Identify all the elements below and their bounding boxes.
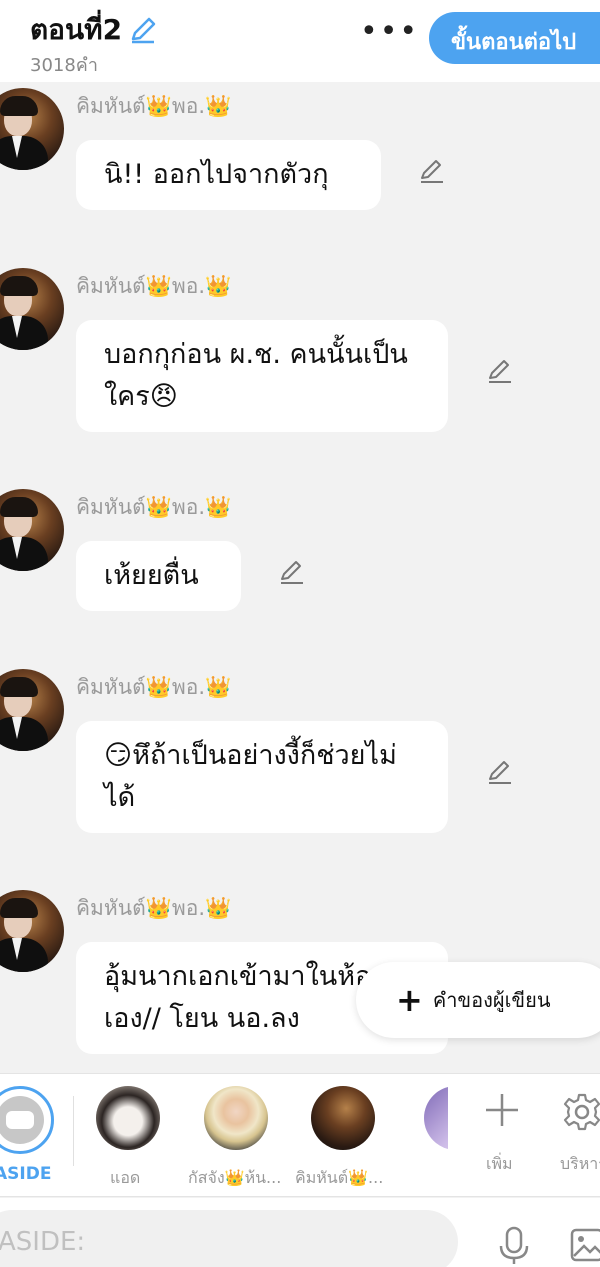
next-step-button[interactable]: ขั้นตอนต่อไป	[429, 12, 600, 64]
character-name: แอด	[110, 1168, 141, 1187]
message-bubble[interactable]: 😏หึถ้าเป็นอย่างงี้ก็ช่วยไม่ได้	[76, 721, 448, 833]
edit-icon[interactable]	[484, 356, 514, 386]
character-avatar	[96, 1086, 160, 1150]
edit-icon[interactable]	[416, 156, 446, 186]
top-bar: ตอนที่2 3018คำ ••• ขั้นตอนต่อไป	[0, 0, 600, 82]
character-name: คิมหันต์👑...	[295, 1168, 384, 1187]
avatar[interactable]	[0, 88, 64, 170]
avatar[interactable]	[0, 489, 64, 571]
chat-icon	[6, 1111, 34, 1129]
crown-icon: 👑	[205, 94, 232, 118]
crown-icon: 👑	[205, 274, 232, 298]
pencil-icon[interactable]	[128, 15, 158, 45]
crown-icon: 👑	[145, 896, 172, 920]
add-character-label: เพิ่ม	[486, 1154, 513, 1173]
character-avatar	[204, 1086, 268, 1150]
crown-icon: 👑	[205, 896, 232, 920]
crown-icon: 👑	[145, 495, 172, 519]
character-name: กัสจัง👑ห้น...	[188, 1168, 282, 1187]
speaker-name: คิมหันต์👑พอ.👑	[76, 896, 232, 920]
author-note-label: คำของผู้เขียน	[432, 988, 551, 1012]
gear-icon[interactable]	[562, 1092, 600, 1132]
crown-icon: 👑	[205, 675, 232, 699]
speaker-name: คิมหันต์👑พอ.👑	[76, 495, 232, 519]
chapter-title[interactable]: ตอนที่2	[30, 8, 158, 52]
aside-label: ASIDE	[0, 1164, 52, 1184]
speaker-name: คิมหันต์👑พอ.👑	[76, 675, 232, 699]
character-selector: ASIDE แอด กัสจัง👑ห้น... คิมหันต์👑... แม …	[0, 1073, 600, 1197]
character-item[interactable]: แม	[424, 1086, 448, 1150]
message-input[interactable]	[0, 1210, 458, 1267]
crown-icon: 👑	[145, 675, 172, 699]
add-character-icon[interactable]	[484, 1092, 520, 1128]
character-item[interactable]: คิมหันต์👑...	[295, 1086, 383, 1187]
speaker-name: คิมหันต์👑พอ.👑	[76, 94, 232, 118]
more-options-icon[interactable]: •••	[360, 17, 419, 47]
word-count: 3018คำ	[30, 55, 98, 76]
character-item[interactable]: แอด	[96, 1086, 162, 1187]
avatar[interactable]	[0, 669, 64, 751]
character-avatar	[311, 1086, 375, 1150]
plus-icon: +	[396, 981, 423, 1019]
crown-icon: 👑	[145, 274, 172, 298]
manage-label: บริหาร	[560, 1154, 600, 1173]
character-avatar	[424, 1086, 448, 1150]
message-bubble[interactable]: นิ!! ออกไปจากตัวกุ	[76, 140, 381, 210]
divider	[73, 1096, 74, 1166]
character-item[interactable]: กัสจัง👑ห้น...	[188, 1086, 281, 1187]
edit-icon[interactable]	[484, 757, 514, 787]
avatar[interactable]	[0, 890, 64, 972]
microphone-icon[interactable]	[496, 1226, 532, 1266]
aside-character-button[interactable]	[0, 1086, 54, 1154]
crown-icon: 👑	[205, 495, 232, 519]
message-bubble[interactable]: บอกกุก่อน ผ.ช. คนนั้นเป็นใคร😠	[76, 320, 448, 432]
message-bubble[interactable]: เห้ยยตื่น	[76, 541, 241, 611]
edit-icon[interactable]	[276, 557, 306, 587]
chapter-title-text: ตอนที่2	[30, 13, 123, 46]
author-note-button[interactable]: + คำของผู้เขียน	[356, 962, 600, 1038]
speaker-name: คิมหันต์👑พอ.👑	[76, 274, 232, 298]
avatar[interactable]	[0, 268, 64, 350]
image-icon[interactable]	[570, 1228, 600, 1262]
input-bar	[0, 1198, 600, 1267]
crown-icon: 👑	[145, 94, 172, 118]
